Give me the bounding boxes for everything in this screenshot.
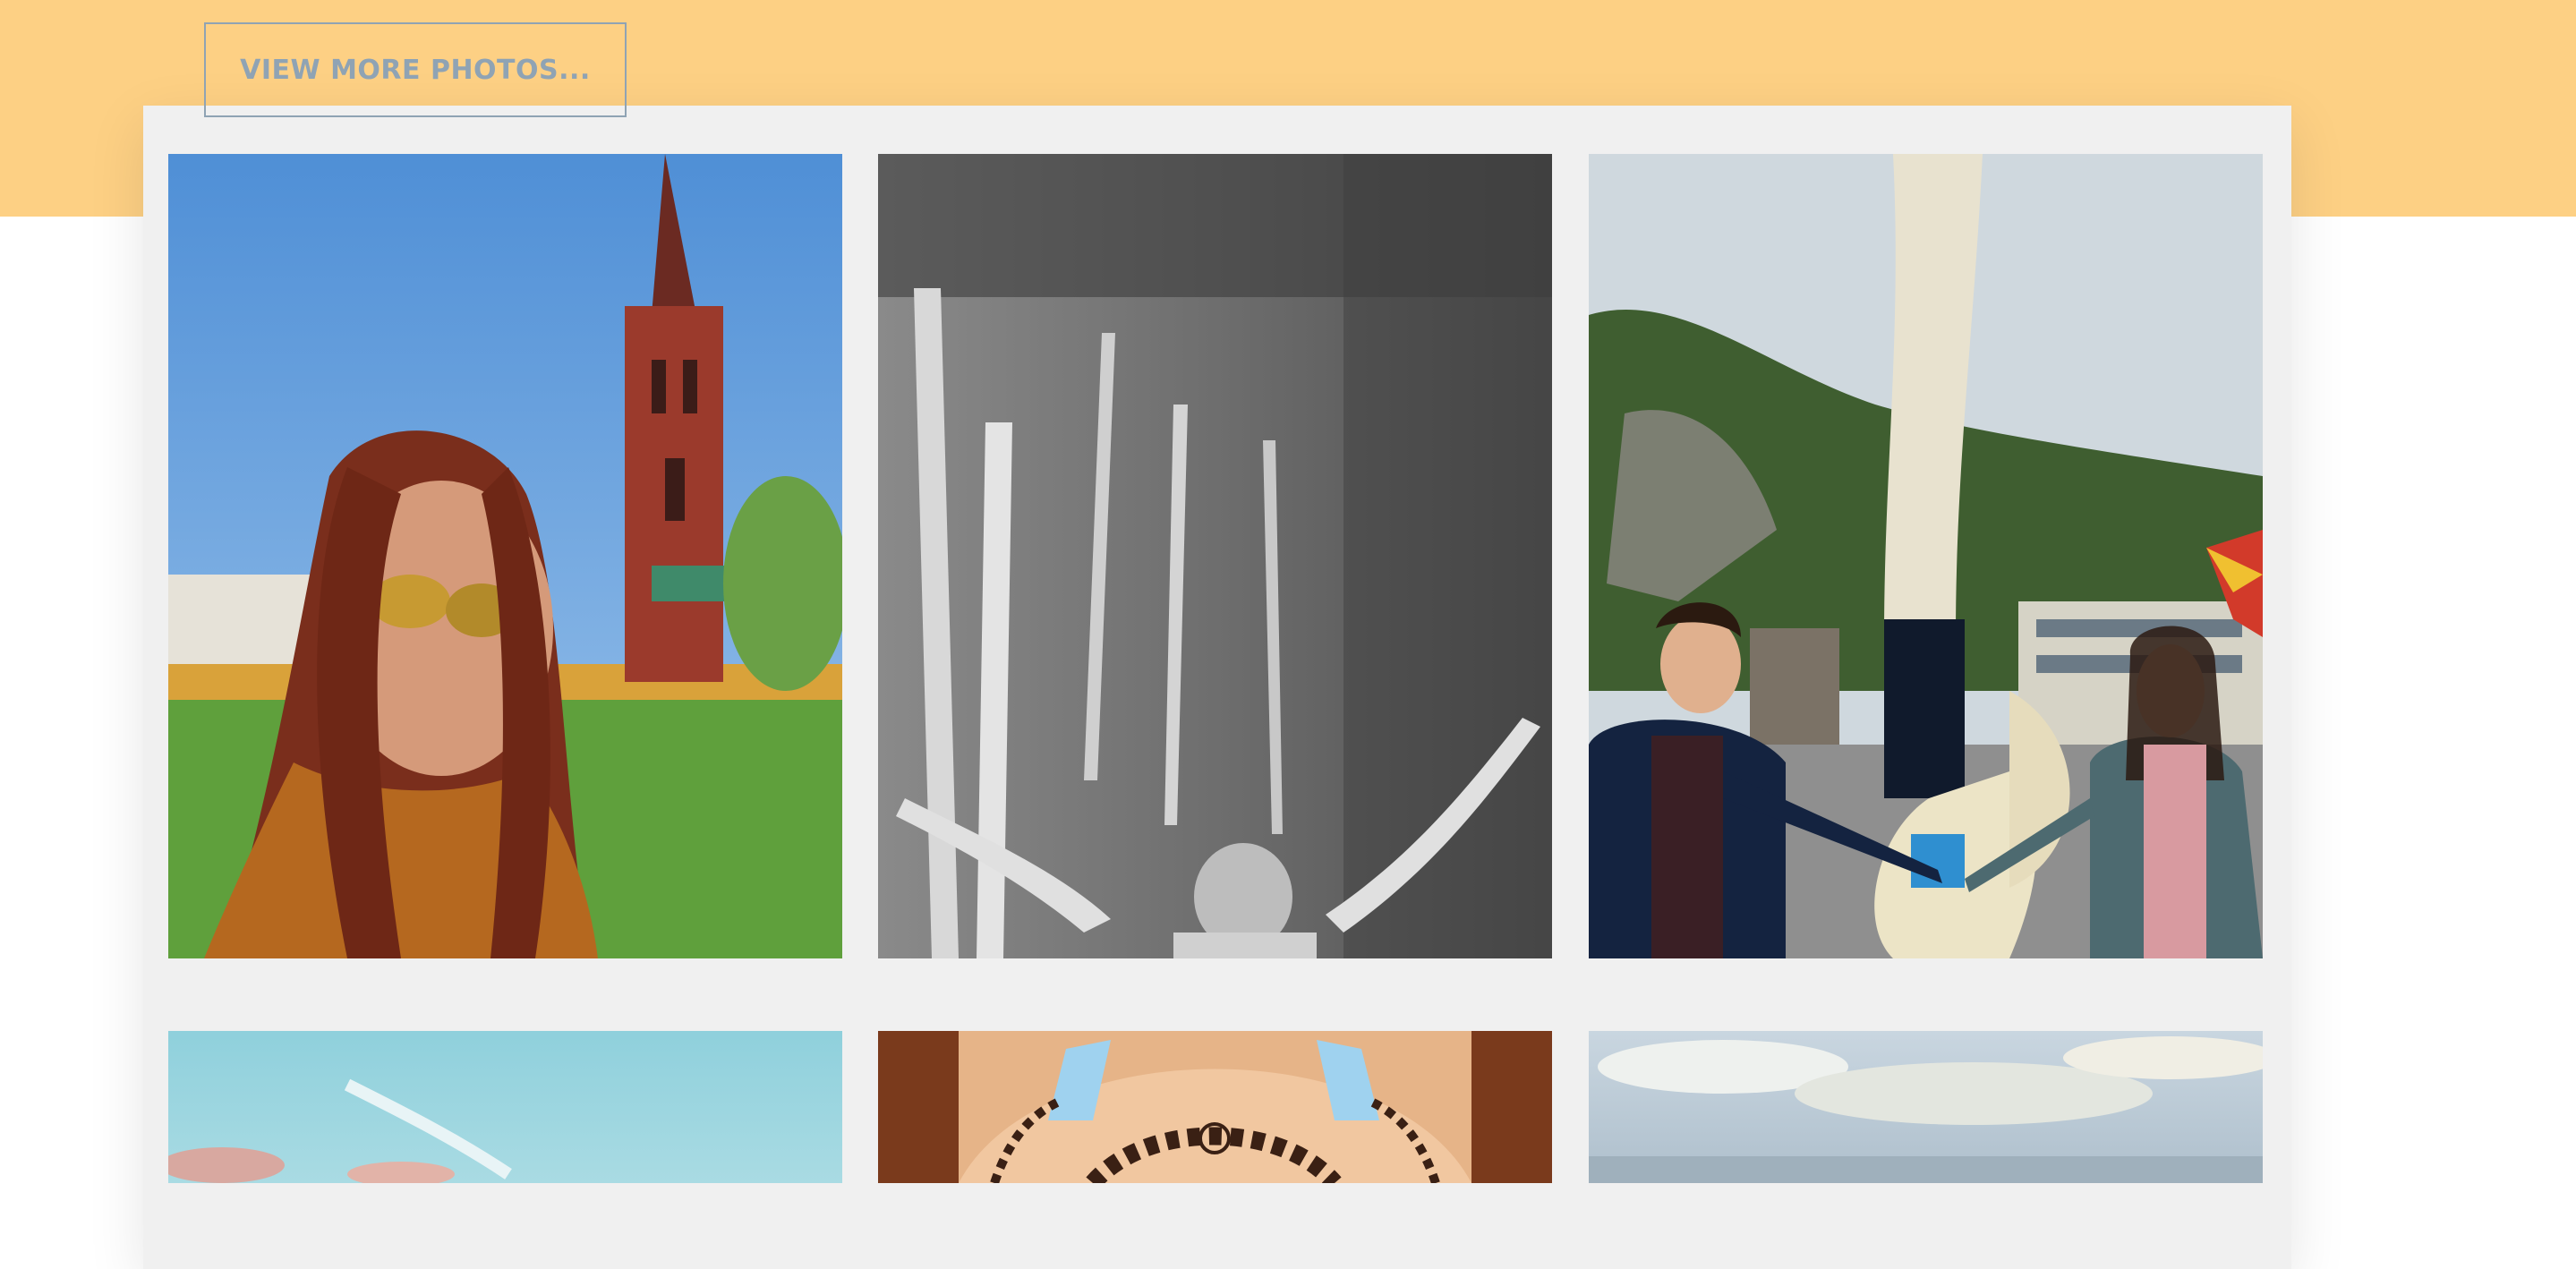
photo-image [168, 154, 842, 958]
gallery-photo-saxophone-couple[interactable] [1589, 154, 2263, 958]
photo-image [1589, 1031, 2263, 1183]
photo-image [878, 1031, 1552, 1183]
photo-image [168, 1031, 842, 1183]
gallery-photo-woman-church[interactable] [168, 154, 842, 958]
gallery-photo-waterfall[interactable] [878, 154, 1552, 958]
photo-image [878, 154, 1552, 958]
gallery-photo-cloudy-sea[interactable] [1589, 1031, 2263, 1183]
gallery-photo-bazaar[interactable] [878, 1031, 1552, 1183]
view-more-photos-button[interactable]: VIEW MORE PHOTOS... [204, 22, 627, 117]
gallery-photo-sky[interactable] [168, 1031, 842, 1183]
photo-image [1589, 154, 2263, 958]
